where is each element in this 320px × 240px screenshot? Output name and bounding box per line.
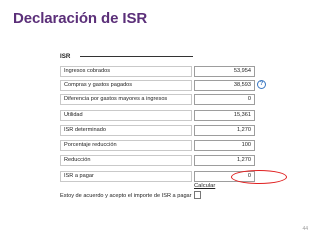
row-label: Diferencia por gastos mayores a ingresos xyxy=(60,94,192,105)
form-row-porcentaje: Porcentaje reducción 100 xyxy=(60,140,280,151)
row-label: Reducción xyxy=(60,155,192,166)
form-row-compras: Compras y gastos pagados 38,593 ? xyxy=(60,80,280,91)
form-row-ingresos: Ingresos cobrados 53,954 xyxy=(60,66,280,77)
page-number: 44 xyxy=(302,226,308,232)
row-value-field[interactable]: 1,270 xyxy=(194,155,255,166)
section-divider xyxy=(80,56,193,57)
row-value-field[interactable]: 38,593 xyxy=(194,80,255,91)
section-title: ISR xyxy=(60,53,71,60)
row-value-field[interactable]: 100 xyxy=(194,140,255,151)
form-row-isr-determinado: ISR determinado 1,270 xyxy=(60,125,280,136)
row-value-field[interactable]: 0 xyxy=(194,94,255,105)
row-label: ISR determinado xyxy=(60,125,192,136)
form-row-diferencia: Diferencia por gastos mayores a ingresos… xyxy=(60,94,280,105)
question-icon[interactable]: ? xyxy=(257,80,266,89)
row-label: ISR a pagar xyxy=(60,171,192,182)
row-label: Ingresos cobrados xyxy=(60,66,192,77)
form-row-utilidad: Utilidad 15,361 xyxy=(60,110,280,121)
form-row-reduccion: Reducción 1,270 xyxy=(60,155,280,166)
accept-label: Estoy de acuerdo y acepto el importe de … xyxy=(60,193,192,199)
row-value-field[interactable]: 15,361 xyxy=(194,110,255,121)
calculate-link[interactable]: Calcular xyxy=(194,183,215,189)
row-label: Porcentaje reducción xyxy=(60,140,192,151)
highlight-oval xyxy=(231,170,287,184)
accept-checkbox[interactable] xyxy=(194,191,201,199)
row-label: Utilidad xyxy=(60,110,192,121)
row-value-field[interactable]: 53,954 xyxy=(194,66,255,77)
slide-title: Declaración de ISR xyxy=(13,10,148,27)
row-value-field[interactable]: 1,270 xyxy=(194,125,255,136)
row-label: Compras y gastos pagados xyxy=(60,80,192,91)
